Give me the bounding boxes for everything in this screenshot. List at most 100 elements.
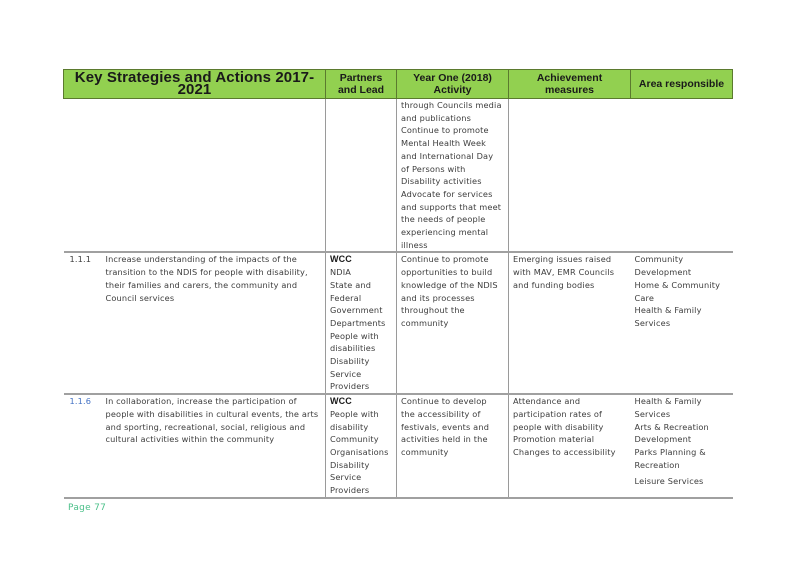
action-number: 1.1.1	[63, 251, 102, 395]
text-line: Federal	[330, 292, 362, 303]
text-line: and International Day	[401, 150, 494, 161]
cont-strategy-cell	[102, 99, 326, 253]
page-number: Page 77	[68, 503, 107, 513]
text-line: of Persons with	[401, 163, 466, 174]
text-line: opportunities to build	[401, 267, 493, 278]
text-line: Providers	[330, 485, 370, 496]
cont-measures-cell	[508, 98, 631, 253]
table-row: 1.1.1 Increase understanding of the impa…	[63, 251, 733, 395]
text-line: festivals, events and	[401, 421, 490, 432]
text-line: transition to the NDIS for people with d…	[105, 267, 308, 278]
text-line: Development	[634, 267, 692, 278]
header-strategies: Key Strategies and Actions 2017-2021	[62, 69, 327, 99]
area-cell: Community Development Home & Community Care…	[630, 251, 733, 395]
cont-partners-cell	[325, 98, 397, 253]
partners-cell: WCC People with disability Community Organi…	[325, 393, 397, 499]
text-line: Services	[634, 408, 671, 419]
activity-cell: Continue to promote opportunities to buil…	[396, 251, 509, 395]
header-measures: Achievement measures	[508, 69, 632, 99]
text-line: Services	[634, 317, 671, 328]
text-line: participation rates of	[513, 408, 603, 419]
text-line: disability	[330, 421, 369, 432]
text-line: the accessibility of	[401, 408, 481, 419]
lead-partner: WCC	[330, 396, 352, 407]
text-line: people with disabilities in cultural eve…	[105, 408, 319, 419]
table-header-row: Key Strategies and Actions 2017-2021 Par…	[62, 69, 734, 99]
text-line: experiencing mental	[401, 227, 489, 238]
text-line: Attendance and	[513, 396, 581, 407]
text-line: Continue to promote	[401, 254, 489, 265]
text-line: Development	[634, 434, 692, 445]
text-line: Increase understanding of the impacts of…	[105, 254, 297, 265]
text-line: Arts & Recreation	[634, 421, 709, 432]
text-line: Parks Planning &	[634, 446, 706, 457]
text-line: Mental Health Week	[401, 138, 487, 149]
text-line: Care	[634, 292, 655, 303]
text-line: Disability	[330, 356, 370, 367]
partners-list: NDIA State and Federal Government Department…	[330, 266, 393, 393]
text-line: and its processes	[401, 292, 475, 303]
text-line: Council services	[105, 292, 175, 303]
area-list: Health & Family Services Arts & Recreation…	[635, 395, 730, 471]
text-line: Health & Family	[634, 396, 702, 407]
text-line: In collaboration, increase the participa…	[105, 396, 297, 407]
text-line: Departments	[330, 317, 386, 328]
text-line: Community	[634, 254, 684, 265]
text-line: and funding bodies	[513, 279, 595, 290]
text-line: community	[401, 446, 449, 457]
text-line: cultural activities within the community	[105, 434, 275, 445]
header-activity: Year One (2018) Activity	[396, 69, 510, 99]
text-line: Community	[330, 434, 379, 445]
text-line: and supports that meet	[401, 201, 502, 212]
activity-cell: Continue to develop the accessibility of f…	[396, 393, 509, 499]
text-line: illness	[401, 239, 428, 250]
text-line: Disability	[330, 459, 370, 470]
text-line: the needs of people	[401, 214, 486, 225]
partners-list: People with disability Community Organisati…	[330, 408, 393, 497]
document-page: Key Strategies and Actions 2017-2021 Par…	[0, 0, 794, 562]
text-line: Continue to develop	[401, 396, 487, 407]
text-line: People with	[330, 330, 379, 341]
strategy-cell: Increase understanding of the impacts of…	[101, 251, 326, 395]
text-line: through Councils media	[401, 100, 502, 110]
text-line: Organisations	[330, 446, 389, 457]
text-line: Home & Community	[634, 279, 721, 290]
header-area: Area responsible	[630, 69, 734, 99]
strategies-table: Key Strategies and Actions 2017-2021 Par…	[62, 69, 734, 499]
text-line: and sporting, recreational, social, reli…	[105, 421, 306, 432]
text-line: disabilities	[330, 343, 376, 354]
text-line: throughout the	[401, 305, 465, 316]
text-line: Government	[330, 305, 383, 316]
text-line: Disability activities	[401, 176, 482, 187]
header-partners: Partners and Lead	[325, 69, 398, 99]
text-line: people with disability	[513, 421, 604, 432]
text-line: Continue to promote	[401, 125, 489, 136]
text-line: Service	[330, 472, 362, 483]
measures-cell: Attendance and participation rates of peop…	[508, 393, 631, 499]
cont-number-cell	[64, 99, 102, 253]
cont-area-cell	[631, 99, 733, 253]
action-number-link[interactable]: 1.1.6	[63, 393, 102, 499]
strategy-cell: In collaboration, increase the participa…	[101, 393, 326, 499]
area-cell: Health & Family Services Arts & Recreation…	[630, 393, 733, 499]
table-row: 1.1.6 In collaboration, increase the par…	[63, 393, 733, 499]
cont-activity-cell: through Councils media and publications Co…	[396, 98, 509, 253]
text-line: Providers	[330, 381, 370, 392]
text-line: their families and carers, the community…	[105, 279, 298, 290]
text-line: and publications	[401, 112, 472, 123]
text-line: Advocate for services	[401, 188, 493, 199]
text-line: Promotion material	[513, 434, 595, 445]
text-line: with MAV, EMR Councils	[513, 267, 615, 278]
text-line: NDIA	[330, 267, 352, 278]
area-extra: Leisure Services	[634, 476, 704, 487]
text-line: Service	[330, 368, 362, 379]
text-line: community	[401, 317, 449, 328]
partners-cell: WCC NDIA State and Federal Government Depart…	[325, 251, 397, 395]
lead-partner: WCC	[330, 254, 352, 265]
text-line: People with	[330, 408, 379, 419]
text-line: Changes to accessibility	[513, 446, 616, 457]
measures-cell: Emerging issues raised with MAV, EMR Coun…	[508, 251, 631, 395]
text-line: Recreation	[634, 459, 680, 470]
continuation-row: through Councils media and publications Co…	[64, 98, 733, 253]
text-line: Health & Family	[634, 305, 702, 316]
